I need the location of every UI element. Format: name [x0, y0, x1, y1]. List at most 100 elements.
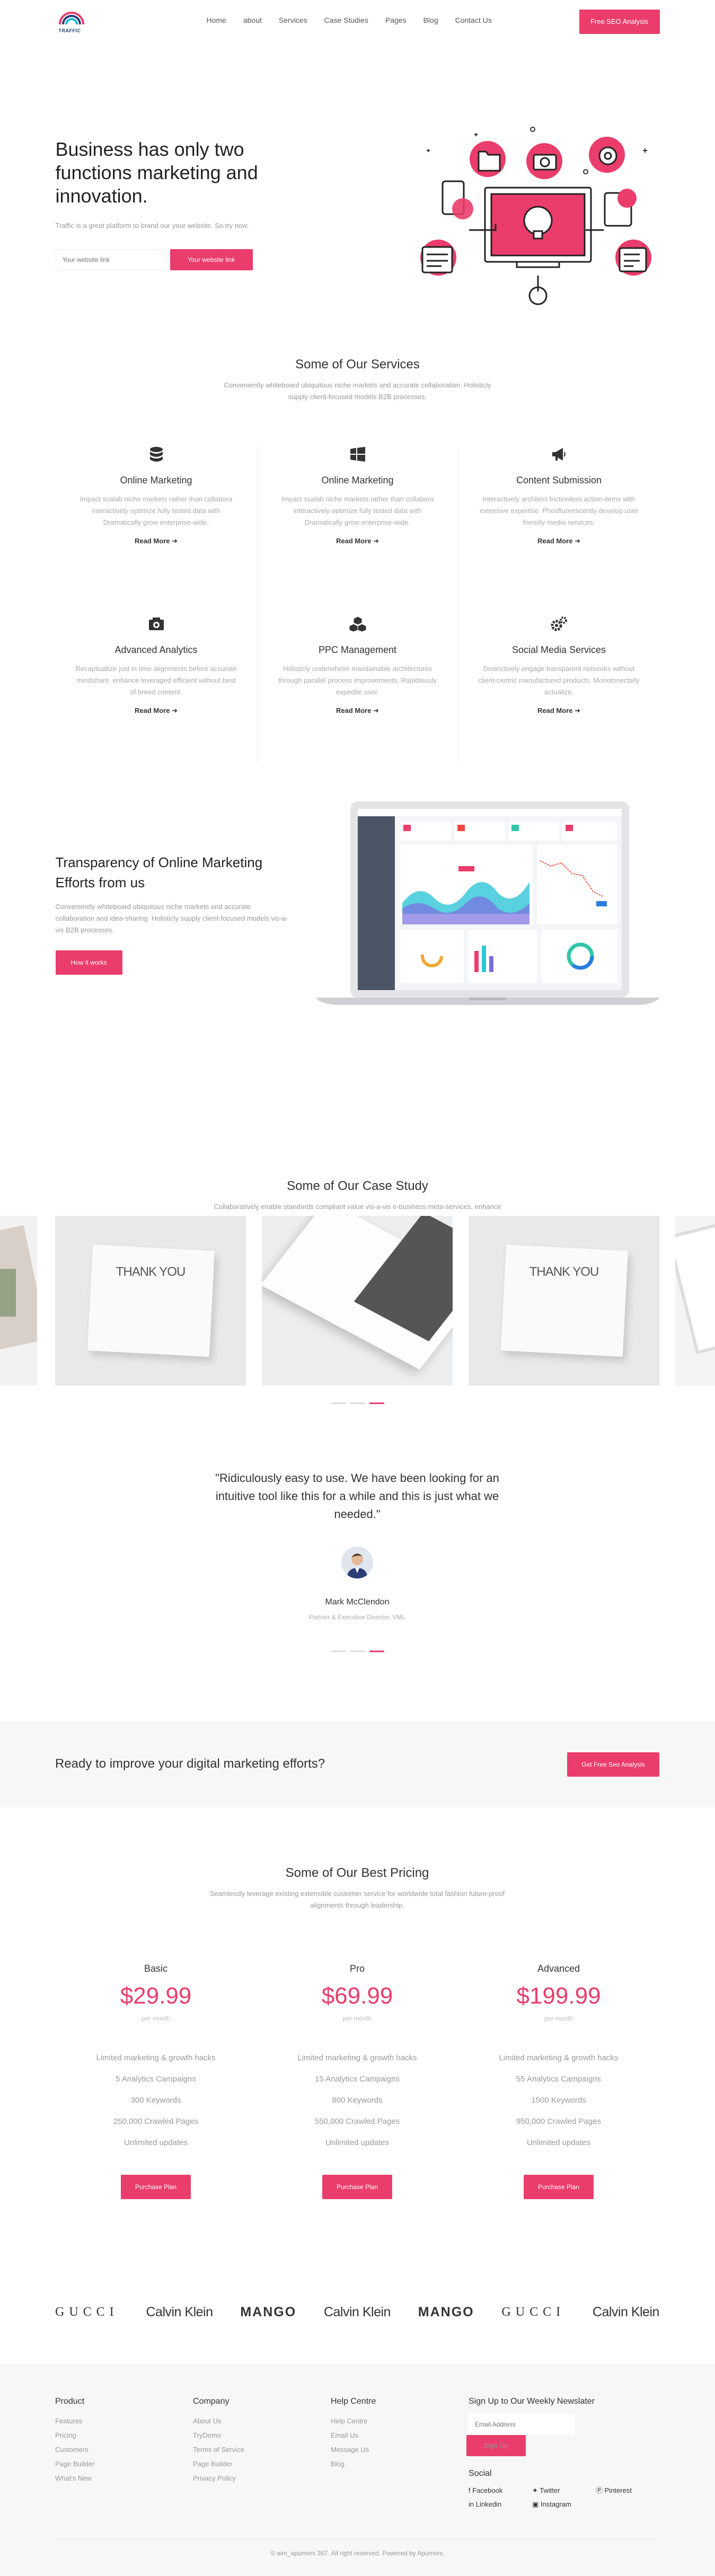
- footer-link[interactable]: Page Builder: [193, 2457, 244, 2471]
- main-nav: Home about Services Case Studies Pages B…: [207, 16, 509, 24]
- footer-heading: Company: [193, 2397, 229, 2406]
- footer-link[interactable]: Customers: [55, 2442, 94, 2457]
- read-more-link[interactable]: Read More ➜: [56, 707, 257, 715]
- service-title: Online Marketing: [120, 475, 192, 486]
- plan-name: Pro: [349, 1963, 365, 1974]
- purchase-plan-button[interactable]: Purchase Plan: [121, 2175, 191, 2199]
- plan-period: per month: [544, 2015, 573, 2022]
- footer-link[interactable]: Pricing: [55, 2428, 94, 2442]
- logo-text: TRAFFIC: [58, 28, 81, 33]
- nav-about[interactable]: about: [243, 16, 262, 24]
- plan-feature: Unlimited updates: [325, 2138, 390, 2147]
- case-card[interactable]: [0, 1216, 37, 1386]
- testimonial-role: Partner & Executive Director, VML: [308, 1613, 406, 1621]
- case-card[interactable]: THANK YOU: [469, 1216, 659, 1386]
- footer-link[interactable]: Message Us: [331, 2442, 376, 2457]
- site-header: TRAFFIC Home about Services Case Studies…: [56, 0, 660, 45]
- sign-up-button[interactable]: Sign Up: [466, 2435, 526, 2456]
- laptop-dashboard-image: [315, 801, 660, 1005]
- newsletter-email-input[interactable]: [469, 2414, 575, 2435]
- service-title: PPC Management: [318, 645, 397, 655]
- windows-icon: [347, 446, 368, 467]
- gears-icon: [549, 616, 570, 637]
- read-more-link[interactable]: Read More ➜: [56, 537, 257, 545]
- website-link-button[interactable]: Your website link: [170, 249, 253, 270]
- how-it-works-button[interactable]: How it works: [55, 950, 122, 975]
- plan-feature: Unlimited updates: [123, 2138, 188, 2147]
- plan-features: Limited marketing & growth hacks 55 Anal…: [458, 2048, 659, 2154]
- footer-link[interactable]: Blog: [331, 2457, 376, 2471]
- instagram-link[interactable]: ▣ Instagram: [532, 2498, 596, 2511]
- brand-logo: Calvin Klein: [323, 2304, 391, 2319]
- twitter-icon: ✦: [532, 2486, 538, 2494]
- testimonial-name: Mark McClendon: [325, 1598, 390, 1607]
- read-more-link[interactable]: Read More ➜: [458, 537, 660, 545]
- services-subtitle: Conveniently whiteboard ubiquitous niche…: [224, 381, 491, 401]
- carousel-dot[interactable]: [331, 1651, 346, 1652]
- footer-link[interactable]: Email Us: [331, 2428, 376, 2442]
- case-card[interactable]: [262, 1216, 453, 1386]
- footer-link[interactable]: TryDemo: [193, 2428, 244, 2442]
- service-title: Online Marketing: [321, 475, 394, 486]
- nav-contact[interactable]: Contact Us: [455, 16, 492, 24]
- footer-link[interactable]: Features: [55, 2414, 94, 2428]
- carousel-dot-active[interactable]: [369, 1402, 384, 1404]
- nav-home[interactable]: Home: [207, 16, 226, 24]
- plan-feature: Limited marketing & growth hacks: [499, 2053, 619, 2062]
- case-card[interactable]: THANK YOU: [55, 1216, 246, 1386]
- facebook-icon: f: [469, 2486, 471, 2494]
- brand-logo: Calvin Klein: [146, 2304, 213, 2319]
- carousel-dot-active[interactable]: [369, 1651, 384, 1652]
- case-card[interactable]: [675, 1216, 715, 1386]
- get-free-seo-analysis-button[interactable]: Get Free Seo Analysis: [567, 1752, 659, 1777]
- nav-blog[interactable]: Blog: [423, 16, 438, 24]
- service-text: Impact scalab niche markets rather than …: [281, 495, 434, 526]
- read-more-link[interactable]: Read More ➜: [458, 707, 660, 715]
- transparency-section: Transparency of Online Marketing Efforts…: [55, 797, 660, 1131]
- footer-link[interactable]: Help Centre: [331, 2414, 376, 2428]
- logo[interactable]: TRAFFIC: [56, 8, 87, 34]
- read-more-link[interactable]: Read More ➜: [257, 707, 458, 715]
- plan-feature: 800 Keywords: [332, 2096, 383, 2105]
- service-text: Recaptiualize just in time alignments be…: [75, 665, 237, 696]
- plan-advanced: Advanced $199.99 per month Limited marke…: [458, 1963, 659, 2199]
- footer-link[interactable]: Privacy Policy: [193, 2471, 244, 2485]
- database-icon: [146, 446, 167, 467]
- footer-link[interactable]: Terms of Service: [193, 2442, 244, 2457]
- service-card: Online Marketing Impact scalab niche mar…: [56, 446, 257, 616]
- testimonial-section: "Ridiculously easy to use. We have been …: [55, 1442, 659, 1675]
- twitter-link[interactable]: ✦ Twitter: [532, 2484, 596, 2498]
- linkedin-link[interactable]: in Linkedin: [469, 2498, 532, 2511]
- services-grid: Online Marketing Impact scalab niche mar…: [56, 446, 660, 786]
- purchase-plan-button[interactable]: Purchase Plan: [524, 2175, 594, 2199]
- service-text: Interactively architect frictionless act…: [479, 495, 639, 526]
- service-card: PPC Management Holisticly underwhelm mai…: [257, 616, 458, 786]
- nav-services[interactable]: Services: [279, 16, 307, 24]
- plan-feature: 550,000 Crawled Pages: [314, 2117, 400, 2126]
- plan-period: per month: [342, 2015, 372, 2022]
- footer-link[interactable]: About Us: [193, 2414, 244, 2428]
- pinterest-link[interactable]: Ⓟ Pinterest: [596, 2484, 659, 2498]
- footer-link[interactable]: Page Builder: [55, 2457, 94, 2471]
- website-link-input[interactable]: [55, 249, 167, 270]
- instagram-icon: ▣: [532, 2500, 539, 2508]
- pricing-section: Some of Our Best Pricing Seamlessly leve…: [55, 1807, 659, 2200]
- footer-link[interactable]: What's New: [55, 2471, 94, 2485]
- read-more-link[interactable]: Read More ➜: [257, 537, 458, 545]
- free-seo-analysis-button[interactable]: Free SEO Analysis: [579, 10, 660, 34]
- carousel-dot[interactable]: [331, 1402, 346, 1404]
- brand-logos: GUCCI Calvin Klein MANGO Calvin Klein MA…: [55, 2296, 659, 2328]
- nav-case-studies[interactable]: Case Studies: [324, 16, 368, 24]
- carousel-dot[interactable]: [350, 1651, 365, 1652]
- footer-company-column: Company About Us TryDemo Terms of Servic…: [193, 2397, 244, 2485]
- facebook-link[interactable]: f Facebook: [469, 2484, 532, 2498]
- plan-feature: 300 Keywords: [130, 2096, 181, 2105]
- purchase-plan-button[interactable]: Purchase Plan: [322, 2175, 392, 2199]
- brand-logo: GUCCI: [501, 2305, 566, 2319]
- cubes-icon: [347, 616, 368, 637]
- carousel-dot[interactable]: [350, 1402, 365, 1404]
- plan-basic: Basic $29.99 per month Limited marketing…: [55, 1963, 257, 2199]
- plan-feature: 250,000 Crawled Pages: [113, 2117, 199, 2126]
- linkedin-icon: in: [469, 2500, 474, 2508]
- nav-pages[interactable]: Pages: [385, 16, 407, 24]
